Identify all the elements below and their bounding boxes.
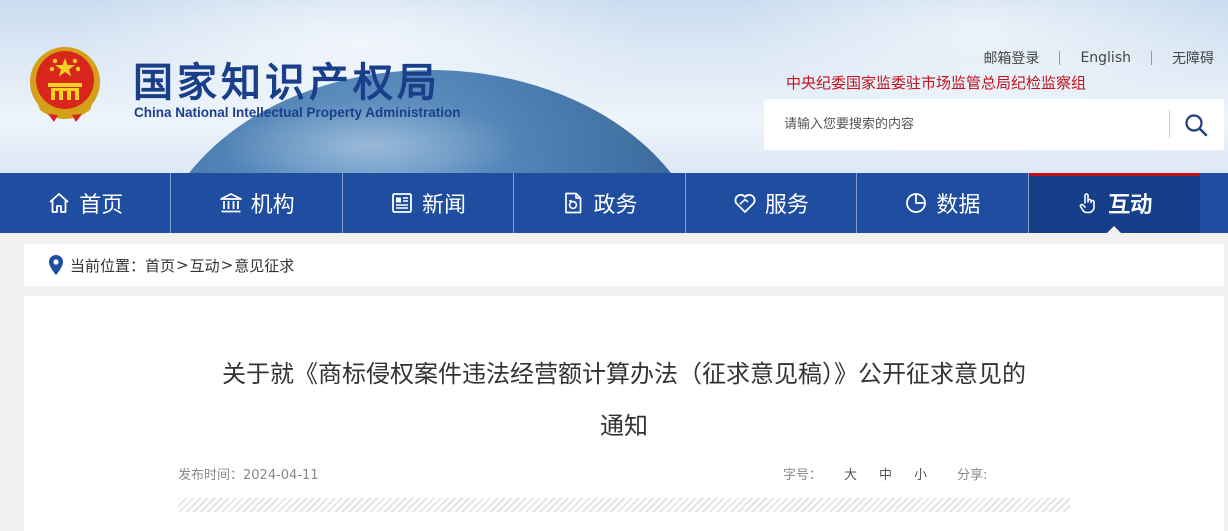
nav-label: 首页 <box>79 193 124 218</box>
nav-item-news[interactable]: 新闻 <box>343 173 515 233</box>
nav-label: 数据 <box>936 193 981 218</box>
data-pie-icon <box>904 191 928 215</box>
nav-label: 政务 <box>593 193 638 218</box>
article-title-line-1: 关于就《商标侵权案件违法经营额计算办法（征求意见稿）》公开征求意见的 <box>222 360 1026 388</box>
breadcrumb-interaction-link[interactable]: 互动 <box>190 255 220 276</box>
font-size-label: 字号： <box>783 468 823 483</box>
search-icon <box>1185 114 1208 137</box>
service-icon <box>733 191 757 215</box>
font-size-controls: 字号： 大 中 小 <box>783 464 927 483</box>
nav-label: 新闻 <box>422 193 467 218</box>
publish-date-value: 2024-04-11 <box>243 468 319 483</box>
accessibility-link[interactable]: 无障碍 <box>1162 48 1224 68</box>
nav-item-institution[interactable]: 机构 <box>171 173 343 233</box>
main-nav: 首页 机构 新闻 政务 服务 数据 互动 <box>0 173 1228 234</box>
search-box <box>764 99 1224 150</box>
search-input[interactable] <box>784 117 1164 132</box>
breadcrumb-home-link[interactable]: 首页 <box>145 255 175 276</box>
english-link[interactable]: English <box>1070 50 1141 66</box>
nav-label: 服务 <box>764 193 809 218</box>
nav-label: 机构 <box>250 193 295 218</box>
institution-icon <box>219 191 243 215</box>
nav-item-data[interactable]: 数据 <box>857 173 1029 233</box>
search-button[interactable] <box>1178 107 1214 143</box>
top-links: 邮箱登录 English 无障碍 <box>973 48 1224 68</box>
location-pin-icon <box>48 255 64 275</box>
article-panel: 关于就《商标侵权案件违法经营额计算办法（征求意见稿）》公开征求意见的 通知 发布… <box>24 296 1224 531</box>
share-label: 分享: <box>957 468 988 483</box>
breadcrumb-separator: > <box>176 256 189 274</box>
nav-item-government-affairs[interactable]: 政务 <box>514 173 686 233</box>
breadcrumb-separator: > <box>220 256 234 274</box>
font-size-medium-button[interactable]: 中 <box>879 464 892 483</box>
nav-item-interaction[interactable]: 互动 <box>1028 173 1201 234</box>
font-size-large-button[interactable]: 大 <box>844 464 857 483</box>
breadcrumb-consultation-link[interactable]: 意见征求 <box>234 255 294 276</box>
header-banner: 国家知识产权局 China National Intellectual Prop… <box>0 0 1228 173</box>
link-divider <box>1151 51 1152 65</box>
publish-date-label: 发布时间： <box>178 468 244 483</box>
home-icon <box>47 191 71 215</box>
article-divider <box>178 498 1070 512</box>
link-divider <box>1059 51 1061 65</box>
article-title-line-2: 通知 <box>600 412 648 440</box>
national-emblem-icon <box>30 47 100 122</box>
site-logo-chinese[interactable]: 国家知识产权局 <box>133 50 441 108</box>
nav-label: 互动 <box>1108 193 1153 218</box>
nav-item-home[interactable]: 首页 <box>0 173 172 233</box>
government-affairs-icon <box>561 191 585 215</box>
breadcrumb-prefix: 当前位置： <box>70 256 146 275</box>
mail-login-link[interactable]: 邮箱登录 <box>973 48 1049 68</box>
news-icon <box>390 191 414 215</box>
nav-item-service[interactable]: 服务 <box>686 173 858 233</box>
font-size-small-button[interactable]: 小 <box>914 464 927 483</box>
search-divider <box>1169 110 1170 138</box>
site-logo-english[interactable]: China National Intellectual Property Adm… <box>134 105 461 120</box>
publish-date: 发布时间：2024-04-11 <box>178 464 319 483</box>
article-meta: 发布时间：2024-04-11 字号： 大 中 小 分享: <box>178 464 1070 484</box>
discipline-inspection-link[interactable]: 中央纪委国家监委驻市场监管总局纪检监察组 <box>786 72 1086 93</box>
interaction-hand-icon <box>1076 191 1100 215</box>
article-title: 关于就《商标侵权案件违法经营额计算办法（征求意见稿）》公开征求意见的 通知 <box>178 348 1070 452</box>
breadcrumb: 当前位置： 首页 > 互动 > 意见征求 <box>24 244 1224 286</box>
